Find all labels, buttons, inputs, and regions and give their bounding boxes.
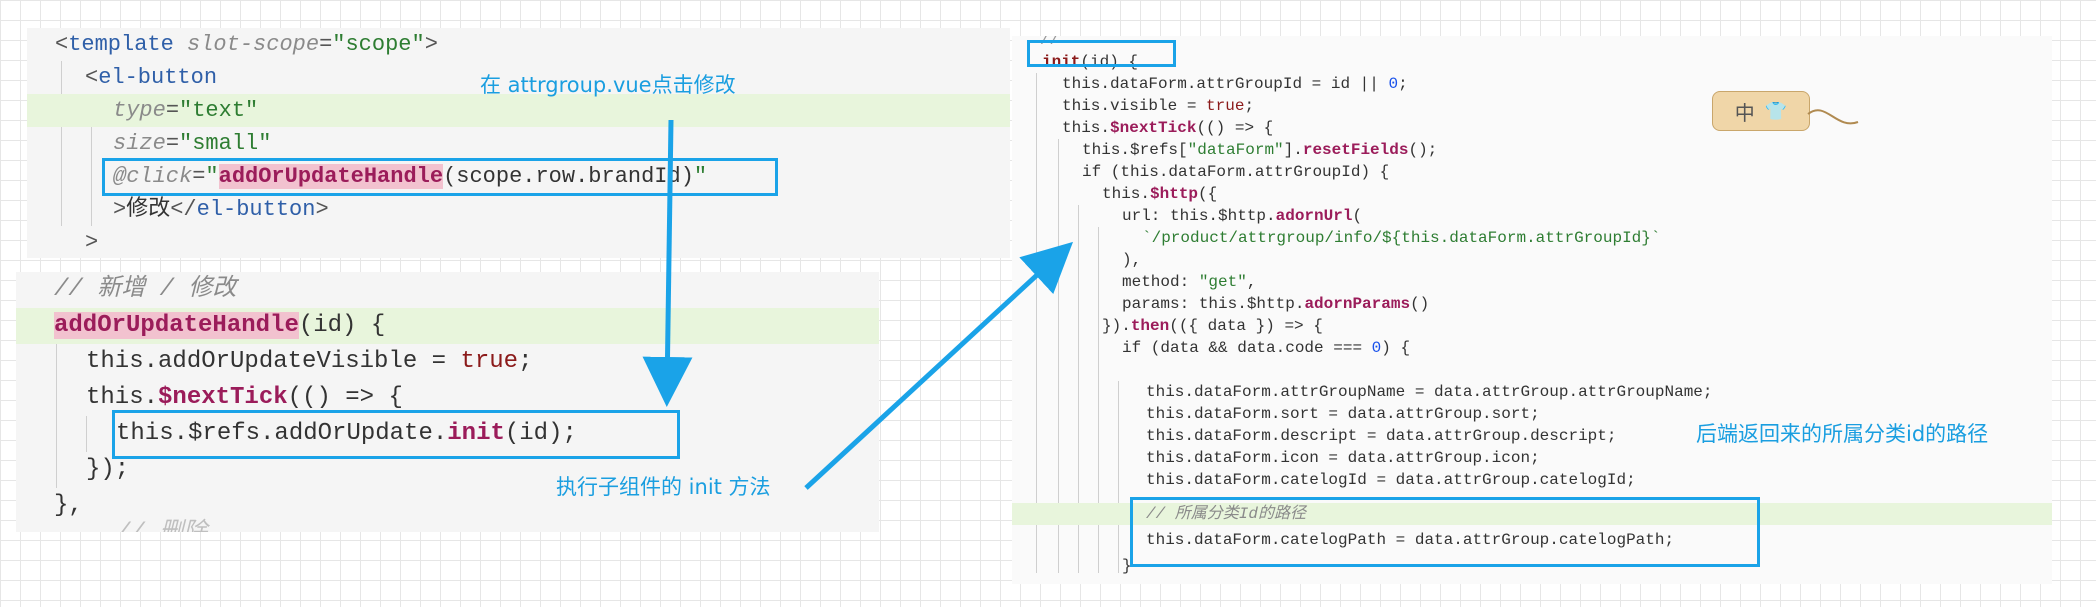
code-line: >修改</el-button> (113, 197, 329, 222)
code-line: if (data && data.code === 0) { (1122, 339, 1411, 357)
code-line: > (85, 230, 99, 255)
code-line: this.$nextTick(() => { (1062, 119, 1274, 137)
template-code-panel: <template slot-scope="scope"> <el-button… (27, 28, 1010, 258)
code-line: this.addOrUpdateVisible = true; (86, 348, 533, 375)
code-line: }).then(({ data }) => { (1102, 317, 1323, 335)
code-line: this.dataForm.attrGroupId = id || 0; (1062, 75, 1408, 93)
code-line: ), (1122, 251, 1142, 269)
code-line: if (this.dataForm.attrGroupId) { (1082, 163, 1390, 181)
code-line: this.dataForm.catelogId = data.attrGroup… (1146, 471, 1636, 489)
code-line: `/product/attrgroup/info/${this.dataForm… (1142, 229, 1661, 247)
code-line: <template slot-scope="scope"> (55, 32, 438, 57)
tag-widget-text: 中 (1734, 100, 1755, 125)
code-line: this.$refs["dataForm"].resetFields(); (1082, 141, 1438, 159)
code-line-highlighted: addOrUpdateHandle(id) { (16, 308, 879, 344)
code-line: this.$http({ (1102, 185, 1218, 203)
annotation-click-edit: 在 attrgroup.vue点击修改 (480, 73, 736, 97)
code-line: this.visible = true; (1062, 97, 1255, 115)
init-call-highlight-box (112, 410, 680, 459)
init-method-highlight-box (1027, 40, 1176, 67)
code-line-clipped: // 删除 (16, 516, 879, 532)
click-handler-highlight-box (102, 158, 778, 196)
catelog-path-highlight-box (1130, 497, 1760, 567)
shirt-icon: 👕 (1764, 100, 1788, 122)
code-line: this.dataForm.attrGroupName = data.attrG… (1146, 383, 1713, 401)
code-line: this.dataForm.icon = data.attrGroup.icon… (1146, 449, 1540, 467)
code-line: method: "get", (1122, 273, 1257, 291)
code-line: url: this.$http.adornUrl( (1122, 207, 1363, 225)
tag-widget: 中 👕 (1712, 91, 1810, 131)
annotation-exec-init: 执行子组件的 init 方法 (556, 475, 771, 499)
code-line: params: this.$http.adornParams() (1122, 295, 1430, 313)
annotation-backend-path: 后端返回来的所属分类id的路径 (1696, 422, 1989, 446)
tag-string-icon (1807, 109, 1859, 125)
code-line: // 新增 / 修改 (54, 276, 237, 303)
code-line: size="small" (113, 131, 272, 156)
